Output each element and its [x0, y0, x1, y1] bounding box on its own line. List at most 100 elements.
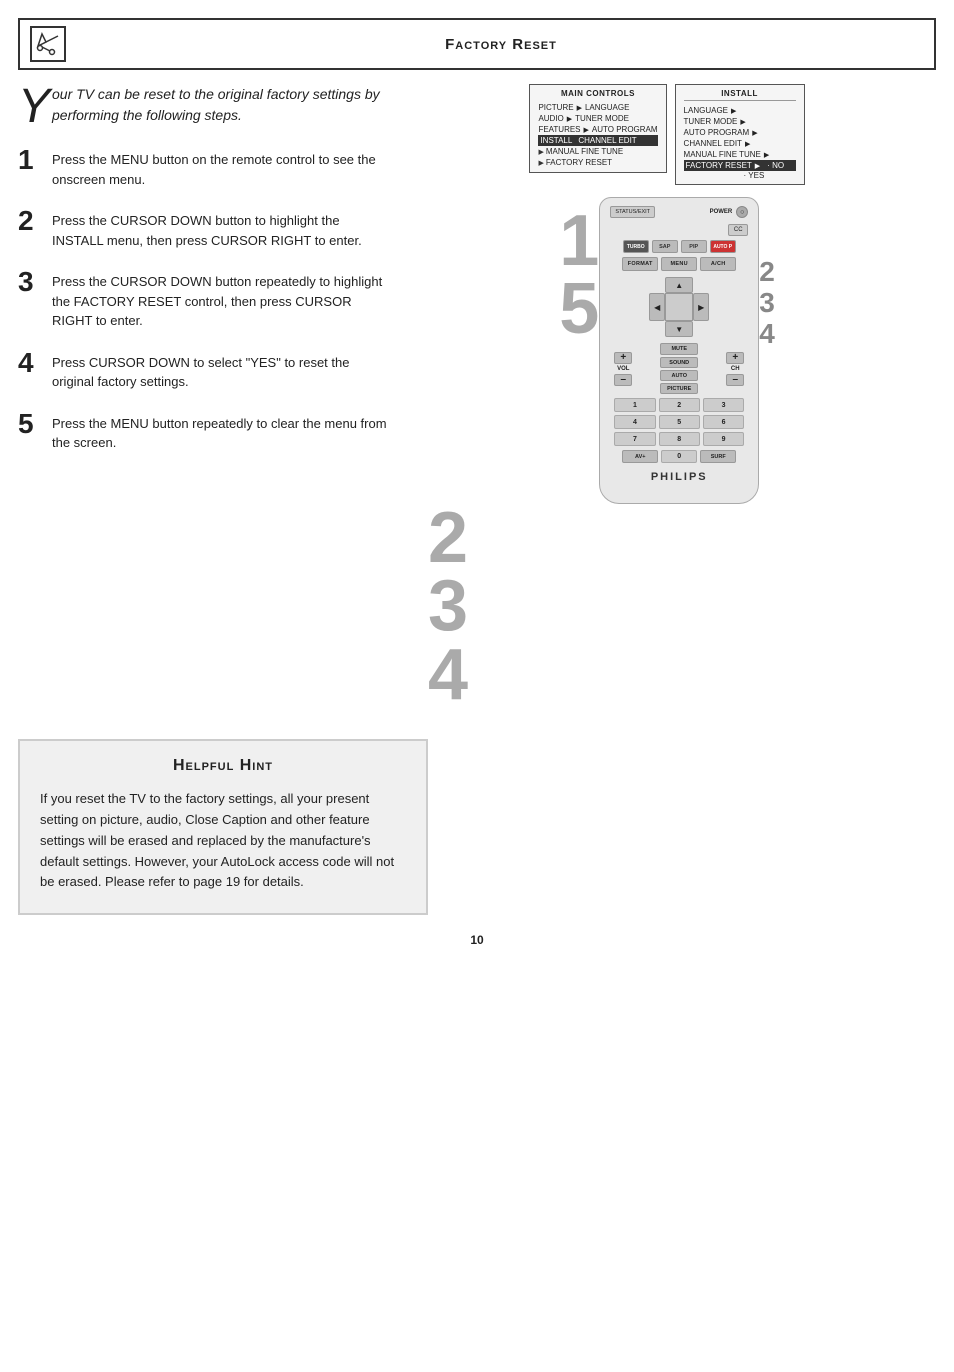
- step-badges-right: 2 3 4: [759, 257, 775, 349]
- step-1-number: 1: [18, 146, 40, 174]
- ch-minus-button[interactable]: –: [726, 374, 744, 386]
- center-btns: MUTE SOUND AUTO PICTURE: [660, 343, 698, 394]
- overlay-number-1: 1: [559, 207, 599, 275]
- install-menu: INSTALL LANGUAGE ▶ TUNER MODE ▶ AUTO PRO…: [675, 84, 805, 185]
- install-row-auto: AUTO PROGRAM ▶: [684, 127, 796, 138]
- mute-button[interactable]: MUTE: [660, 343, 698, 355]
- cursor-up-button[interactable]: ▲: [665, 277, 693, 293]
- cc-button[interactable]: CC: [728, 224, 748, 236]
- install-row-factory: FACTORY RESET ▶ · NO: [684, 160, 796, 171]
- format-menu-row: FORMAT MENU A/CH: [610, 257, 748, 271]
- num-3-button[interactable]: 3: [703, 398, 744, 412]
- vol-plus-button[interactable]: +: [614, 352, 632, 364]
- num-7-button[interactable]: 7: [614, 432, 655, 446]
- sap-button[interactable]: SAP: [652, 240, 678, 253]
- yes-option: · YES: [684, 171, 796, 180]
- channel-col: + CH –: [726, 352, 744, 386]
- badge-3: 3: [759, 288, 775, 319]
- step-2-text: Press the CURSOR DOWN button to highligh…: [52, 207, 388, 250]
- page-header: Factory Reset: [18, 18, 936, 70]
- page-title: Factory Reset: [78, 36, 924, 53]
- num-4-button[interactable]: 4: [614, 415, 655, 429]
- function-buttons-row: TURBO SAP PIP AUTO P: [610, 240, 748, 253]
- step-3-number: 3: [18, 268, 40, 296]
- step-2-number: 2: [18, 207, 40, 235]
- install-row-mft: MANUAL FINE TUNE ▶: [684, 149, 796, 160]
- menu-row-manual: ▶ MANUAL FINE TUNE: [538, 146, 657, 157]
- remote-container: 1 5 STATUS/EXIT POWER ○: [559, 197, 775, 504]
- menu-button[interactable]: MENU: [661, 257, 697, 271]
- install-row-channel: CHANNEL EDIT ▶: [684, 138, 796, 149]
- menu-row-factory: ▶ FACTORY RESET: [538, 157, 657, 168]
- hint-title: Helpful Hint: [40, 757, 406, 775]
- cursor-right-button[interactable]: ▶: [693, 293, 709, 321]
- num-1-button[interactable]: 1: [614, 398, 655, 412]
- zero-button[interactable]: 0: [661, 450, 697, 463]
- cursor-left-button[interactable]: ◀: [649, 293, 665, 321]
- pip-button[interactable]: PIP: [681, 240, 707, 253]
- num-8-button[interactable]: 8: [659, 432, 700, 446]
- badge-2: 2: [759, 257, 775, 288]
- picture-button[interactable]: PICTURE: [660, 383, 698, 394]
- step-5-number: 5: [18, 410, 40, 438]
- instructions-column: Your TV can be reset to the original fac…: [18, 84, 388, 709]
- format-button[interactable]: FORMAT: [622, 257, 658, 271]
- diagrams-column: MAIN CONTROLS PICTURE ▶ LANGUAGE AUDIO ▶…: [398, 84, 936, 709]
- num-6-button[interactable]: 6: [703, 415, 744, 429]
- hint-text: If you reset the TV to the factory setti…: [40, 789, 406, 893]
- main-controls-menu: MAIN CONTROLS PICTURE ▶ LANGUAGE AUDIO ▶…: [529, 84, 666, 173]
- num-2-button[interactable]: 2: [659, 398, 700, 412]
- cursor-down-button[interactable]: ▼: [665, 321, 693, 337]
- status-exit-button[interactable]: STATUS/EXIT: [610, 206, 655, 218]
- remote-top-bar: STATUS/EXIT POWER ○: [610, 206, 748, 218]
- step-4-number: 4: [18, 349, 40, 377]
- bottom-badge-2: 2: [428, 504, 468, 572]
- install-row-language: LANGUAGE ▶: [684, 105, 796, 116]
- vol-minus-button[interactable]: –: [614, 374, 632, 386]
- bottom-row: AV+ 0 SURF: [610, 450, 748, 463]
- num-5-button[interactable]: 5: [659, 415, 700, 429]
- step-3: 3 Press the CURSOR DOWN button repeatedl…: [18, 268, 388, 331]
- step-5: 5 Press the MENU button repeatedly to cl…: [18, 410, 388, 453]
- step-4: 4 Press CURSOR DOWN to select "YES" to r…: [18, 349, 388, 392]
- num-9-button[interactable]: 9: [703, 432, 744, 446]
- bottom-badge-4: 4: [428, 641, 468, 709]
- remote-control: STATUS/EXIT POWER ○ CC TURBO: [599, 197, 759, 504]
- turbo-button[interactable]: TURBO: [623, 240, 649, 253]
- bottom-badge-3: 3: [428, 572, 468, 640]
- step-5-text: Press the MENU button repeatedly to clea…: [52, 410, 388, 453]
- dpad: ▲ ◀ ▶ ▼: [610, 277, 748, 337]
- volume-col: + VOL –: [614, 352, 632, 386]
- surf-button[interactable]: SURF: [700, 450, 736, 463]
- header-icon: [30, 26, 66, 62]
- step-1-text: Press the MENU button on the remote cont…: [52, 146, 388, 189]
- helpful-hint-section: Helpful Hint If you reset the TV to the …: [18, 739, 428, 915]
- power-button[interactable]: ○: [736, 206, 748, 218]
- sound-button[interactable]: SOUND: [660, 357, 698, 368]
- ch-plus-button[interactable]: +: [726, 352, 744, 364]
- step-1: 1 Press the MENU button on the remote co…: [18, 146, 388, 189]
- menu-row-audio: AUDIO ▶ TUNER MODE: [538, 113, 657, 124]
- av-button[interactable]: AV+: [622, 450, 658, 463]
- power-label: POWER: [710, 209, 733, 215]
- step-3-text: Press the CURSOR DOWN button repeatedly …: [52, 268, 388, 331]
- menu-row-install: INSTALL CHANNEL EDIT: [538, 135, 657, 146]
- main-controls-title: MAIN CONTROLS: [538, 89, 657, 98]
- main-content: Your TV can be reset to the original fac…: [18, 84, 936, 709]
- step-4-text: Press CURSOR DOWN to select "YES" to res…: [52, 349, 388, 392]
- vol-ch-row: + VOL – MUTE SOUND AUTO PICTURE + CH: [610, 343, 748, 394]
- menu-diagrams: MAIN CONTROLS PICTURE ▶ LANGUAGE AUDIO ▶…: [529, 84, 804, 185]
- ch-label: CH: [731, 366, 740, 372]
- intro-text: Your TV can be reset to the original fac…: [18, 84, 388, 126]
- axn-button[interactable]: A/CH: [700, 257, 736, 271]
- vol-label: VOL: [617, 366, 629, 372]
- menu-row-features: FEATURES ▶ AUTO PROGRAM: [538, 124, 657, 135]
- brand-label: PHILIPS: [610, 471, 748, 483]
- auto-button[interactable]: AUTO: [660, 370, 698, 381]
- step-2: 2 Press the CURSOR DOWN button to highli…: [18, 207, 388, 250]
- autop-button[interactable]: AUTO P: [710, 240, 736, 253]
- badge-4: 4: [759, 319, 775, 350]
- dpad-center: [665, 293, 693, 321]
- install-row-tuner: TUNER MODE ▶: [684, 116, 796, 127]
- page-number: 10: [0, 933, 954, 947]
